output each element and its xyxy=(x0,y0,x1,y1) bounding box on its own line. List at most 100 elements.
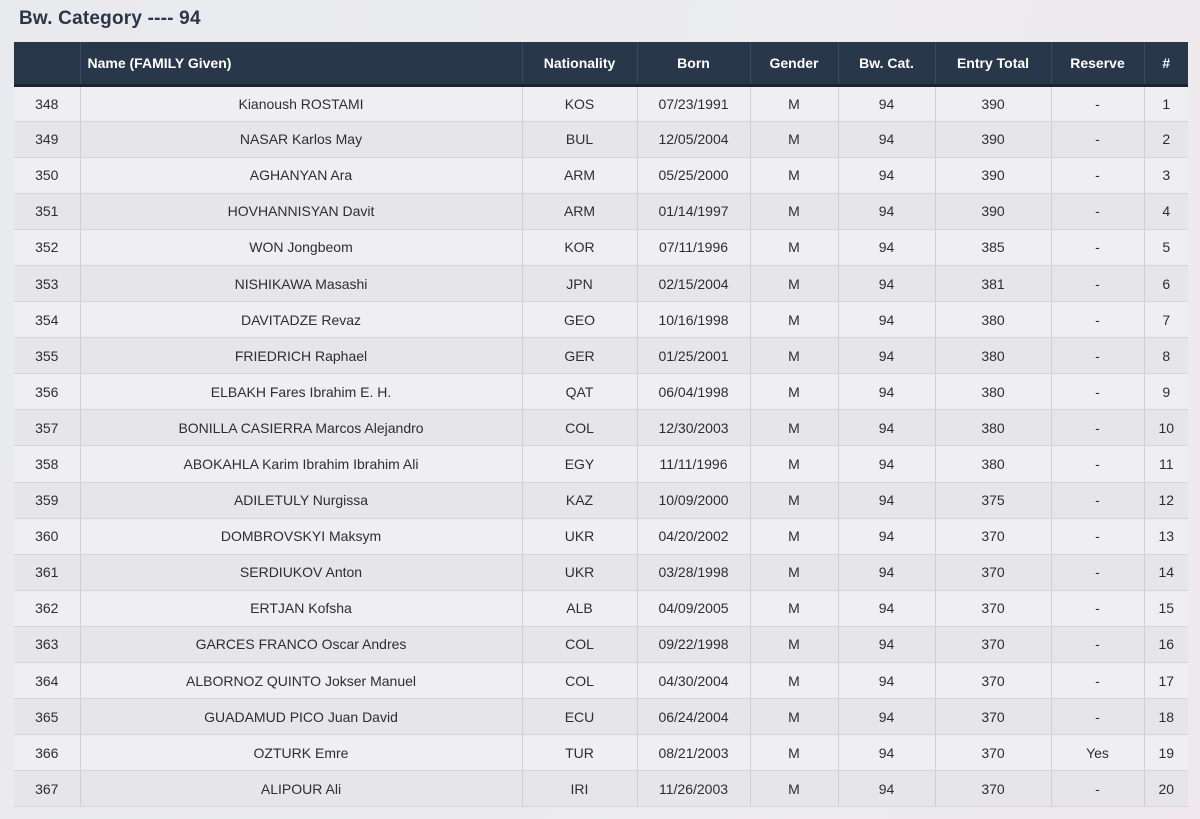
gender-cell: M xyxy=(750,157,839,194)
born-cell: 06/24/2004 xyxy=(637,698,751,736)
header-bw-cat[interactable]: Bw. Cat. xyxy=(838,42,936,85)
born-cell: 10/16/1998 xyxy=(637,301,751,339)
entry-list-table: Name (FAMILY Given) Nationality Born Gen… xyxy=(14,42,1188,808)
bw-cat-cell: 94 xyxy=(838,265,936,303)
reserve-cell: - xyxy=(1051,301,1145,339)
bw-cat-cell: 94 xyxy=(838,409,936,447)
nationality-cell: TUR xyxy=(522,734,638,772)
athlete-id-cell: 362 xyxy=(14,590,81,627)
bw-cat-cell: 94 xyxy=(838,301,936,339)
born-cell: 06/04/1998 xyxy=(637,373,751,411)
athlete-id-cell: 351 xyxy=(14,193,81,230)
bw-cat-cell: 94 xyxy=(838,626,936,664)
rank-cell: 20 xyxy=(1144,770,1188,808)
athlete-id-cell: 350 xyxy=(14,157,81,194)
athlete-name-cell: GARCES FRANCO Oscar Andres xyxy=(80,626,523,664)
entry-total-cell: 370 xyxy=(935,662,1052,700)
gender-cell: M xyxy=(750,301,839,339)
athlete-name-cell: NASAR Karlos May xyxy=(80,121,523,158)
rank-cell: 2 xyxy=(1144,121,1188,158)
gender-cell: M xyxy=(750,770,839,808)
reserve-cell: - xyxy=(1051,121,1145,158)
gender-cell: M xyxy=(750,734,839,772)
bw-cat-cell: 94 xyxy=(838,770,936,808)
nationality-cell: COL xyxy=(522,662,638,700)
header-name[interactable]: Name (FAMILY Given) xyxy=(80,42,523,85)
nationality-cell: EGY xyxy=(522,445,638,483)
nationality-cell: IRI xyxy=(522,770,638,808)
table-row: 356 ELBAKH Fares Ibrahim E. H. QAT 06/04/19… xyxy=(14,373,1188,411)
gender-cell: M xyxy=(750,590,839,627)
athlete-id-cell: 354 xyxy=(14,301,81,339)
athlete-name-cell: HOVHANNISYAN Davit xyxy=(80,193,523,230)
table-row: 362 ERTJAN Kofsha ALB 04/09/2005 M 94 370-15 xyxy=(14,590,1188,627)
bw-cat-cell: 94 xyxy=(838,482,936,519)
table-body: 348 Kianoush ROSTAMI KOS 07/23/1991 M 94 390-1… xyxy=(14,85,1188,808)
table-row: 358 ABOKAHLA Karim Ibrahim Ibrahim Ali EGY… xyxy=(14,445,1188,483)
athlete-id-cell: 358 xyxy=(14,445,81,483)
entry-total-cell: 390 xyxy=(935,193,1052,230)
table-row: 357 BONILLA CASIERRA Marcos Alejandro COL 1… xyxy=(14,409,1188,447)
athlete-id-cell: 364 xyxy=(14,662,81,700)
reserve-cell: - xyxy=(1051,518,1145,555)
rank-cell: 6 xyxy=(1144,265,1188,303)
born-cell: 04/09/2005 xyxy=(637,590,751,627)
athlete-id-cell: 348 xyxy=(14,85,81,122)
born-cell: 02/15/2004 xyxy=(637,265,751,303)
rank-cell: 17 xyxy=(1144,662,1188,700)
athlete-name-cell: ALIPOUR Ali xyxy=(80,770,523,808)
athlete-name-cell: NISHIKAWA Masashi xyxy=(80,265,523,303)
reserve-cell: - xyxy=(1051,409,1145,447)
born-cell: 09/22/1998 xyxy=(637,626,751,664)
table-row: 348 Kianoush ROSTAMI KOS 07/23/1991 M 94 390-1 xyxy=(14,85,1188,122)
header-entry-total[interactable]: Entry Total xyxy=(935,42,1052,85)
gender-cell: M xyxy=(750,265,839,303)
reserve-cell: - xyxy=(1051,265,1145,303)
born-cell: 12/05/2004 xyxy=(637,121,751,158)
header-gender[interactable]: Gender xyxy=(750,42,839,85)
athlete-name-cell: ADILETULY Nurgissa xyxy=(80,482,523,519)
table-row: 352 WON Jongbeom KOR 07/11/1996 M 94 385-5 xyxy=(14,229,1188,266)
nationality-cell: UKR xyxy=(522,554,638,591)
table-row: 354 DAVITADZE Revaz GEO 10/16/1998 M 94 380-7 xyxy=(14,301,1188,339)
born-cell: 01/25/2001 xyxy=(637,337,751,375)
bw-cat-cell: 94 xyxy=(838,554,936,591)
table-row: 365 GUADAMUD PICO Juan David ECU 06/24/2004… xyxy=(14,698,1188,736)
table-header: Name (FAMILY Given) Nationality Born Gen… xyxy=(14,42,1188,85)
entry-total-cell: 370 xyxy=(935,518,1052,555)
entry-total-cell: 380 xyxy=(935,373,1052,411)
rank-cell: 9 xyxy=(1144,373,1188,411)
reserve-cell: - xyxy=(1051,229,1145,266)
page: Bw. Category ---- 94 Name (FAMILY Given)… xyxy=(0,0,1200,819)
reserve-cell: - xyxy=(1051,770,1145,808)
header-nationality[interactable]: Nationality xyxy=(522,42,638,85)
header-rank[interactable]: # xyxy=(1144,42,1188,85)
table-row: 360 DOMBROVSKYI Maksym UKR 04/20/2002 M 94 370… xyxy=(14,518,1188,555)
bw-cat-cell: 94 xyxy=(838,121,936,158)
rank-cell: 12 xyxy=(1144,482,1188,519)
gender-cell: M xyxy=(750,518,839,555)
entry-total-cell: 375 xyxy=(935,482,1052,519)
header-id[interactable] xyxy=(14,42,81,85)
bw-cat-cell: 94 xyxy=(838,85,936,122)
athlete-id-cell: 349 xyxy=(14,121,81,158)
athlete-id-cell: 365 xyxy=(14,698,81,736)
rank-cell: 18 xyxy=(1144,698,1188,736)
header-reserve[interactable]: Reserve xyxy=(1051,42,1145,85)
entry-total-cell: 380 xyxy=(935,409,1052,447)
athlete-id-cell: 367 xyxy=(14,770,81,808)
bw-cat-cell: 94 xyxy=(838,229,936,266)
header-row: Name (FAMILY Given) Nationality Born Gen… xyxy=(14,42,1188,85)
table-row: 367 ALIPOUR Ali IRI 11/26/2003 M 94 370-20 xyxy=(14,770,1188,808)
reserve-cell: - xyxy=(1051,482,1145,519)
athlete-id-cell: 357 xyxy=(14,409,81,447)
header-born[interactable]: Born xyxy=(637,42,751,85)
category-title: Bw. Category ---- 94 xyxy=(19,8,201,29)
bw-cat-cell: 94 xyxy=(838,337,936,375)
gender-cell: M xyxy=(750,373,839,411)
entry-total-cell: 370 xyxy=(935,698,1052,736)
born-cell: 08/21/2003 xyxy=(637,734,751,772)
reserve-cell: - xyxy=(1051,85,1145,122)
bw-cat-cell: 94 xyxy=(838,373,936,411)
reserve-cell: - xyxy=(1051,193,1145,230)
